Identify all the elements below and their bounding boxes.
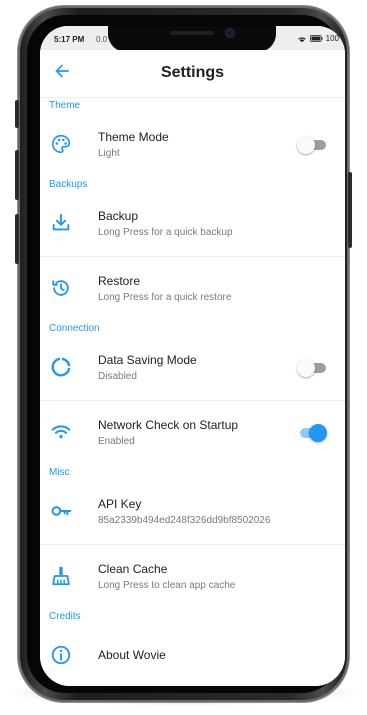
toggle-knob — [297, 359, 315, 377]
toggle-knob — [297, 136, 315, 154]
setting-title: Network Check on Startup — [98, 418, 239, 432]
setting-title: API Key — [98, 497, 142, 511]
setting-about[interactable]: About Wovie — [40, 624, 345, 686]
setting-subtitle: Disabled — [98, 371, 137, 382]
app-bar: Settings — [40, 50, 345, 98]
setting-data-saving-mode[interactable]: Data Saving Mode Disabled — [40, 336, 345, 401]
theme-mode-toggle[interactable] — [297, 136, 327, 154]
setting-subtitle: Light — [98, 148, 120, 159]
setting-title: Backup — [98, 209, 139, 223]
section-header-theme: Theme — [49, 100, 81, 111]
toggle-knob — [309, 424, 327, 442]
battery-icon — [309, 35, 323, 42]
setting-api-key[interactable]: API Key 85a2339b494ed248f326dd9bf8502026 — [40, 480, 345, 545]
front-camera — [225, 28, 235, 38]
setting-network-check[interactable]: Network Check on Startup Enabled — [40, 401, 345, 465]
mute-switch — [15, 100, 19, 128]
setting-restore[interactable]: Restore Long Press for a quick restore — [40, 257, 345, 321]
wifi-status-icon — [297, 36, 306, 42]
api-key-value: 85a2339b494ed248f326dd9bf8502026 — [98, 515, 271, 526]
status-icons: 100 — [297, 34, 339, 43]
speaker-grille — [170, 31, 214, 35]
app-screen: 5:17 PM 0.0 100 Settings Theme Theme Mod… — [40, 26, 345, 686]
setting-backup[interactable]: Backup Long Press for a quick backup — [40, 192, 345, 257]
key-icon — [51, 506, 72, 516]
wifi-icon — [51, 425, 71, 439]
setting-title: Data Saving Mode — [98, 353, 197, 367]
settings-list: Theme Theme Mode Light Backups Backup Lo… — [40, 98, 345, 686]
palette-icon — [52, 134, 71, 154]
setting-title: Theme Mode — [98, 130, 169, 144]
network-check-toggle[interactable] — [297, 424, 327, 442]
device-mockup: 5:17 PM 0.0 100 Settings Theme Theme Mod… — [0, 0, 367, 715]
battery-level: 100 — [325, 34, 339, 43]
section-header-credits: Credits — [49, 611, 81, 622]
setting-clean-cache[interactable]: Clean Cache Long Press to clean app cach… — [40, 545, 345, 609]
setting-subtitle: Long Press for a quick backup — [98, 227, 233, 238]
page-title: Settings — [160, 64, 225, 81]
section-header-connection: Connection — [49, 323, 100, 334]
info-icon — [51, 645, 71, 665]
data-saving-icon — [51, 357, 71, 377]
power-button — [348, 172, 352, 248]
status-time: 5:17 PM — [54, 35, 85, 44]
section-header-misc: Misc — [49, 467, 70, 478]
setting-theme-mode[interactable]: Theme Mode Light — [40, 113, 345, 177]
setting-subtitle: Long Press to clean app cache — [98, 580, 236, 591]
data-saving-toggle[interactable] — [297, 359, 327, 377]
setting-title: About Wovie — [98, 648, 166, 662]
section-header-backups: Backups — [49, 179, 88, 190]
broom-icon — [52, 566, 70, 586]
download-icon — [52, 213, 70, 231]
setting-title: Clean Cache — [98, 562, 168, 576]
volume-up-button — [15, 150, 19, 200]
volume-down-button — [15, 214, 19, 264]
restore-icon — [52, 280, 69, 296]
status-extra: 0.0 — [96, 35, 108, 44]
setting-subtitle: Enabled — [98, 436, 135, 447]
setting-subtitle: Long Press for a quick restore — [98, 292, 232, 303]
setting-title: Restore — [98, 274, 141, 288]
display-notch — [108, 26, 276, 52]
